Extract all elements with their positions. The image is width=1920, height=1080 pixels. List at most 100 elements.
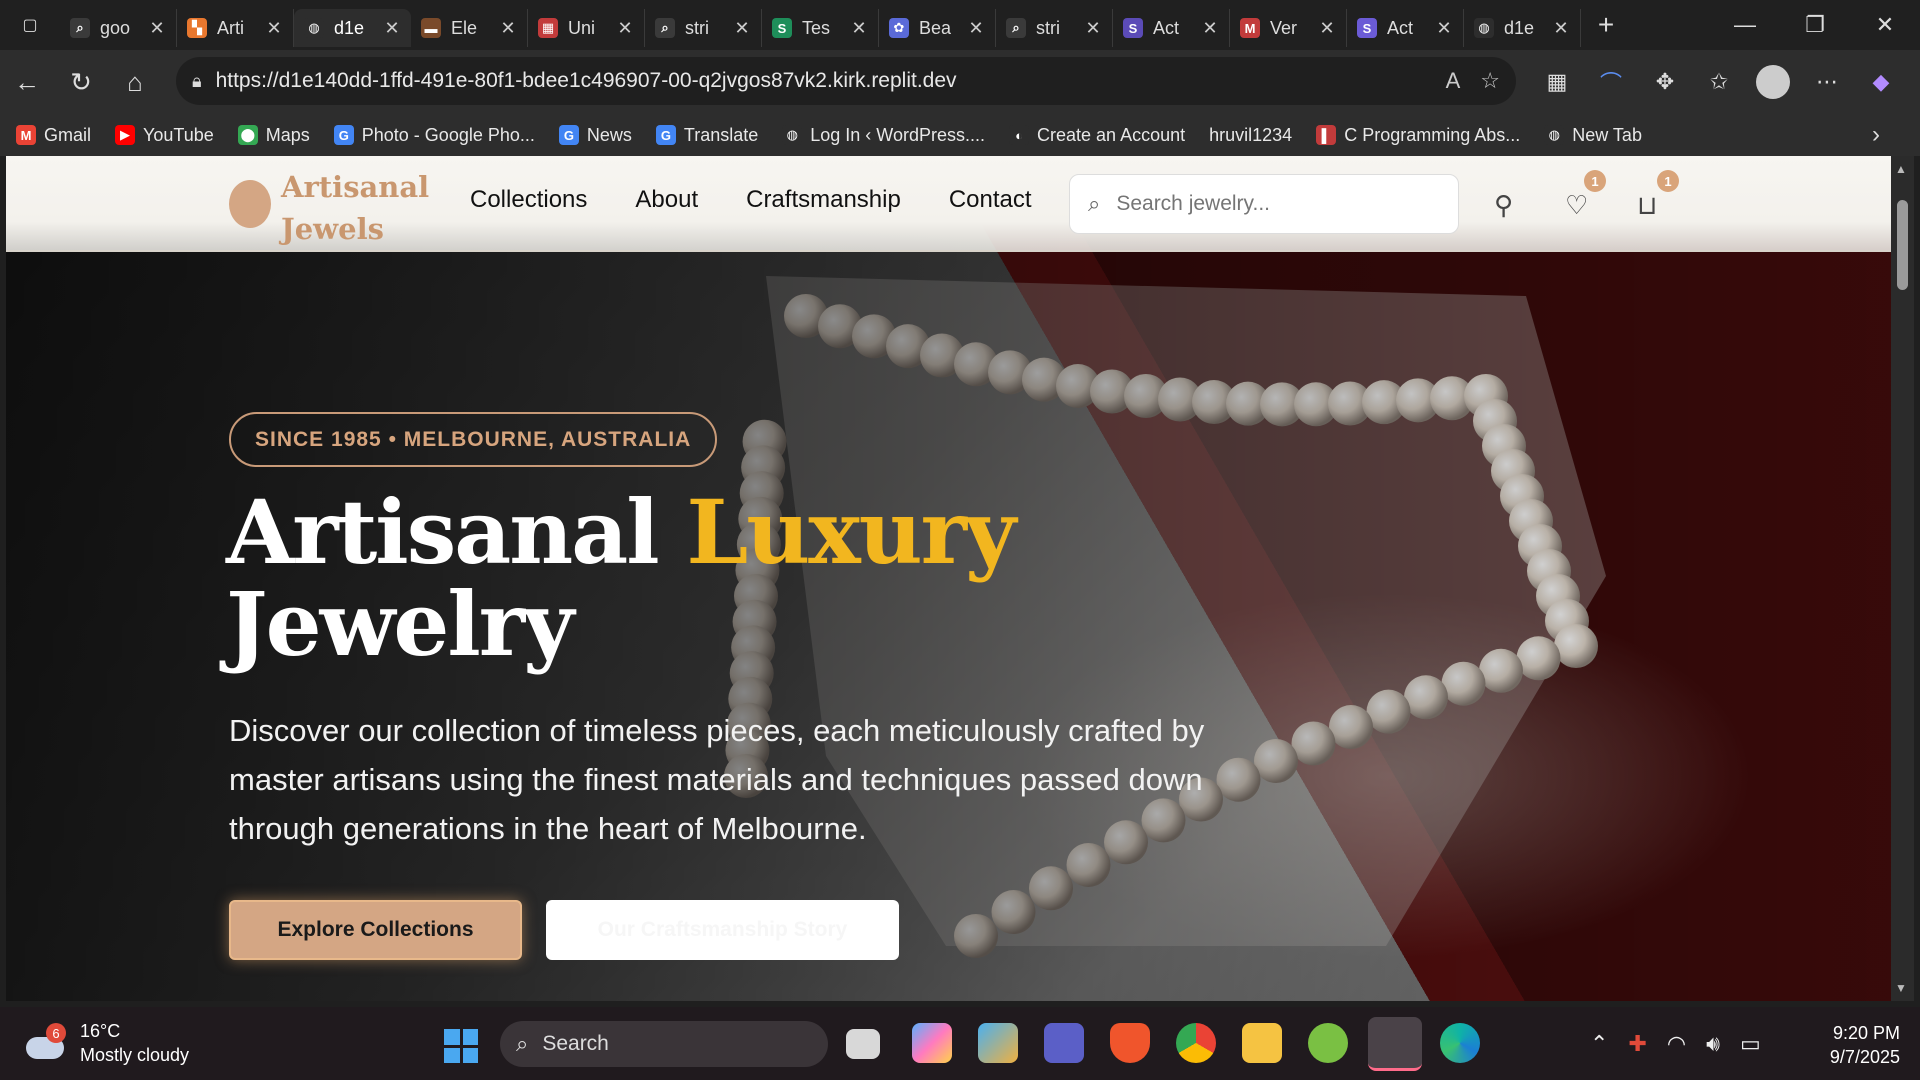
close-window-icon[interactable]: ✕ xyxy=(1850,12,1920,38)
close-tab-icon[interactable]: ✕ xyxy=(499,18,517,39)
scroll-up-icon[interactable]: ▲ xyxy=(1895,162,1907,176)
bookmark-item[interactable]: ◍ New Tab xyxy=(1544,125,1642,146)
close-tab-icon[interactable]: ✕ xyxy=(616,18,634,39)
logo-mark[interactable] xyxy=(229,180,271,228)
cart-bag-icon[interactable]: ⊔ xyxy=(1637,190,1657,221)
taskbar-search[interactable]: ⌕ Search xyxy=(500,1021,828,1067)
nav-craftsmanship[interactable]: Craftsmanship xyxy=(746,186,901,214)
craftsmanship-story-button[interactable]: Our Craftsmanship Story xyxy=(546,900,899,960)
browser-tab[interactable]: S Act ✕ xyxy=(1113,9,1230,47)
profile-avatar[interactable] xyxy=(1756,65,1790,99)
utorrent-app-icon[interactable] xyxy=(1308,1023,1348,1063)
restore-icon[interactable]: ❐ xyxy=(1780,12,1850,38)
browser-tab[interactable]: ⌕ stri ✕ xyxy=(645,9,762,47)
scroll-down-icon[interactable]: ▼ xyxy=(1895,981,1907,995)
bookmark-item[interactable]: ▶ YouTube xyxy=(115,125,214,146)
new-tab-button[interactable]: + xyxy=(1581,9,1631,41)
bookmark-item[interactable]: G News xyxy=(558,125,632,146)
cart-count-badge: 1 xyxy=(1657,170,1679,192)
home-icon[interactable]: ⌂ xyxy=(108,67,162,98)
account-icon[interactable]: ⚲ xyxy=(1494,190,1513,221)
logo-text[interactable]: Artisanal Jewels xyxy=(281,166,429,250)
bookmark-item[interactable]: ▌ C Programming Abs... xyxy=(1316,125,1520,146)
favorite-star-icon[interactable]: ☆ xyxy=(1480,68,1500,94)
close-tab-icon[interactable]: ✕ xyxy=(148,18,166,39)
task-view-icon[interactable] xyxy=(846,1029,880,1059)
nav-about[interactable]: About xyxy=(635,186,698,214)
chevron-up-icon[interactable]: ⌃ xyxy=(1590,1031,1608,1057)
bookmark-item[interactable]: M Gmail xyxy=(16,125,91,146)
security-tray-icon[interactable]: ✚ xyxy=(1628,1031,1646,1057)
logo-line-1[interactable]: Artisanal xyxy=(281,166,429,208)
bookmark-item[interactable]: hruvil1234 xyxy=(1209,125,1292,146)
close-tab-icon[interactable]: ✕ xyxy=(1318,18,1336,39)
browser-tab[interactable]: ◍ d1e ✕ xyxy=(294,9,411,47)
battery-icon[interactable]: ▭ xyxy=(1740,1031,1761,1057)
close-tab-icon[interactable]: ✕ xyxy=(850,18,868,39)
paint-app-icon[interactable] xyxy=(978,1023,1018,1063)
file-explorer-icon[interactable] xyxy=(1242,1023,1282,1063)
bookmark-item[interactable]: G Photo - Google Pho... xyxy=(333,125,535,146)
extensions-icon[interactable]: ✥ xyxy=(1638,69,1692,95)
tab-actions-icon[interactable]: ▢ xyxy=(0,0,60,50)
browser-tab[interactable]: ⌕ goo ✕ xyxy=(60,9,177,47)
explore-collections-button[interactable]: Explore Collections xyxy=(229,900,522,960)
close-tab-icon[interactable]: ✕ xyxy=(1552,18,1570,39)
globe-icon: ◍ xyxy=(782,125,803,145)
page-scrollbar[interactable]: ▲ ▼ xyxy=(1891,156,1914,1001)
youtube-icon: ▶ xyxy=(115,125,136,145)
browser-tab[interactable]: S Act ✕ xyxy=(1347,9,1464,47)
close-tab-icon[interactable]: ✕ xyxy=(265,18,283,39)
volume-icon[interactable]: 🔊︎ xyxy=(1706,1031,1720,1057)
scrollbar-thumb[interactable] xyxy=(1897,200,1908,290)
logo-line-2[interactable]: Jewels xyxy=(281,208,429,250)
close-tab-icon[interactable]: ✕ xyxy=(1084,18,1102,39)
nav-contact[interactable]: Contact xyxy=(949,186,1032,214)
bookmarks-bar: M Gmail ▶ YouTube ⬤ Maps G Photo - Google Pho..… xyxy=(0,114,1920,156)
url-text[interactable]: https://d1e140dd-1ffd-491e-80f1-bdee1c49… xyxy=(216,69,1426,93)
back-icon[interactable]: ← xyxy=(0,67,54,98)
bookmark-item[interactable]: ◍ Log In ‹ WordPress.... xyxy=(782,125,985,146)
copilot-app-icon[interactable] xyxy=(912,1023,952,1063)
address-bar[interactable]: 🔒︎ https://d1e140dd-1ffd-491e-80f1-bdee1… xyxy=(176,57,1516,105)
more-menu-icon[interactable]: ⋯ xyxy=(1800,69,1854,95)
close-tab-icon[interactable]: ✕ xyxy=(733,18,751,39)
browser-tab[interactable]: ▬ Ele ✕ xyxy=(411,9,528,47)
search-input[interactable] xyxy=(1116,192,1417,216)
browser-tab[interactable]: ▚ Arti ✕ xyxy=(177,9,294,47)
close-tab-icon[interactable]: ✕ xyxy=(1435,18,1453,39)
wishlist-heart-icon[interactable]: ♡ xyxy=(1565,190,1588,221)
minimize-icon[interactable]: — xyxy=(1710,12,1780,38)
start-windows-icon[interactable] xyxy=(444,1029,478,1063)
chevron-right-icon[interactable]: › xyxy=(1872,121,1880,149)
weather-widget[interactable]: 6 16°C Mostly cloudy xyxy=(26,1019,189,1067)
arc-app-icon[interactable] xyxy=(1368,1017,1422,1071)
close-tab-icon[interactable]: ✕ xyxy=(967,18,985,39)
browser-tab[interactable]: ⌕ stri ✕ xyxy=(996,9,1113,47)
teams-app-icon[interactable] xyxy=(1044,1023,1084,1063)
browser-tab[interactable]: ✿ Bea ✕ xyxy=(879,9,996,47)
search-box[interactable]: ⌕ xyxy=(1069,174,1459,234)
close-tab-icon[interactable]: ✕ xyxy=(1201,18,1219,39)
copilot-arc-icon[interactable]: ⌒ xyxy=(1584,66,1638,98)
chrome-app-icon[interactable] xyxy=(1176,1023,1216,1063)
wifi-icon[interactable]: ◠ xyxy=(1667,1031,1686,1057)
extension-grid-icon[interactable]: ▦ xyxy=(1530,69,1584,95)
clock[interactable]: 9:20 PM 9/7/2025 xyxy=(1800,1021,1900,1069)
site-info-icon[interactable]: 🔒︎ xyxy=(192,71,202,92)
browser-tab[interactable]: ▦ Uni ✕ xyxy=(528,9,645,47)
bookmark-item[interactable]: ◐ Create an Account xyxy=(1009,125,1185,146)
browser-tab[interactable]: ◍ d1e ✕ xyxy=(1464,9,1581,47)
bookmark-item[interactable]: G Translate xyxy=(655,125,758,146)
edge-app-icon[interactable] xyxy=(1440,1023,1480,1063)
close-tab-icon[interactable]: ✕ xyxy=(383,18,401,39)
browser-tab[interactable]: M Ver ✕ xyxy=(1230,9,1347,47)
refresh-icon[interactable]: ↻ xyxy=(54,67,108,98)
nav-collections[interactable]: Collections xyxy=(470,186,587,214)
bookmark-item[interactable]: ⬤ Maps xyxy=(237,125,310,146)
browser-tab[interactable]: S Tes ✕ xyxy=(762,9,879,47)
read-aloud-icon[interactable]: A xyxy=(1446,68,1461,94)
brave-app-icon[interactable] xyxy=(1110,1023,1150,1063)
copilot-icon[interactable]: ◆ xyxy=(1854,69,1908,95)
favorites-icon[interactable]: ✩ xyxy=(1692,69,1746,95)
